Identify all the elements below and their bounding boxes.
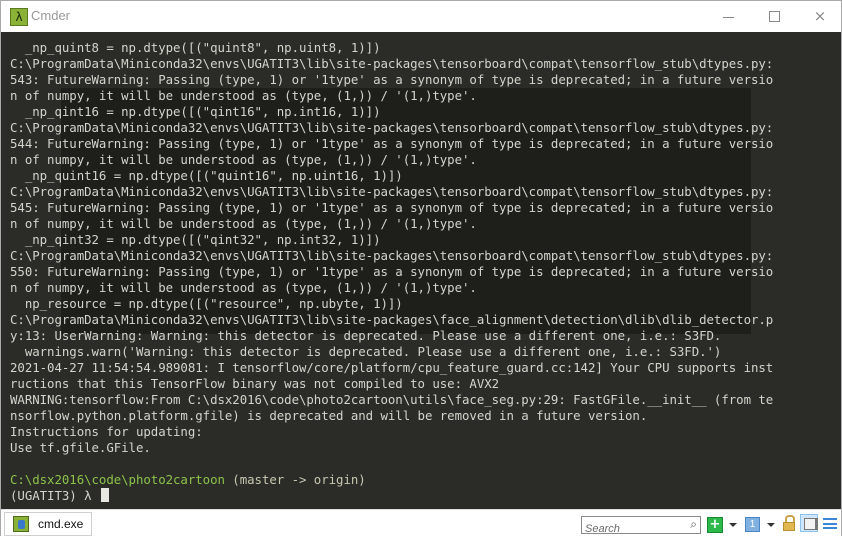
terminal-line: y:13: UserWarning: Warning: this detecto… bbox=[10, 328, 722, 343]
hamburger-menu-icon[interactable] bbox=[823, 518, 837, 529]
title-bar[interactable]: λ Cmder × bbox=[1, 1, 841, 32]
terminal-line: C:\ProgramData\Miniconda32\envs\UGATIT3\… bbox=[10, 248, 774, 263]
terminal-line: n of numpy, it will be understood as (ty… bbox=[10, 88, 477, 103]
terminal-line: Use tf.gfile.GFile. bbox=[10, 440, 151, 455]
terminal-line: n of numpy, it will be understood as (ty… bbox=[10, 216, 477, 231]
terminal-line: C:\ProgramData\Miniconda32\envs\UGATIT3\… bbox=[10, 120, 774, 135]
lock-body bbox=[783, 522, 795, 531]
terminal-line: _np_quint8 = np.dtype([("quint8", np.uin… bbox=[10, 40, 381, 55]
terminal-line: _np_qint16 = np.dtype([("qint16", np.int… bbox=[10, 104, 381, 119]
terminal-line: 543: FutureWarning: Passing (type, 1) or… bbox=[10, 72, 774, 87]
terminal-line: C:\ProgramData\Miniconda32\envs\UGATIT3\… bbox=[10, 184, 774, 199]
terminal-line: 2021-04-27 11:54:54.989081: I tensorflow… bbox=[10, 360, 774, 375]
terminal-line: warnings.warn('Warning: this detector is… bbox=[10, 344, 722, 359]
tab-label: cmd.exe bbox=[38, 517, 84, 531]
search-box[interactable]: ⌕ bbox=[581, 516, 701, 536]
cmder-window: λ Cmder × _np_quint8 = np.dtype([("quint… bbox=[0, 0, 842, 536]
terminal-line: 550: FutureWarning: Passing (type, 1) or… bbox=[10, 264, 774, 279]
terminal-output: _np_quint8 = np.dtype([("quint8", np.uin… bbox=[10, 40, 841, 504]
split-view-icon[interactable] bbox=[800, 514, 818, 532]
terminal-line: C:\ProgramData\Miniconda32\envs\UGATIT3\… bbox=[10, 56, 774, 71]
console-list-button[interactable]: 1 bbox=[745, 517, 760, 532]
terminal-line: n of numpy, it will be understood as (ty… bbox=[10, 152, 477, 167]
prompt-path: C:\dsx2016\code\photo2cartoon bbox=[10, 472, 225, 487]
terminal-line: C:\ProgramData\Miniconda32\envs\UGATIT3\… bbox=[10, 312, 774, 327]
minimize-icon bbox=[722, 16, 734, 18]
terminal-line: 545: FutureWarning: Passing (type, 1) or… bbox=[10, 200, 774, 215]
git-branch-indicator: (master -> origin) bbox=[224, 472, 366, 487]
text-cursor bbox=[100, 488, 109, 502]
search-input[interactable] bbox=[582, 522, 681, 536]
new-console-button[interactable]: + bbox=[707, 517, 723, 533]
terminal-line: _np_qint32 = np.dtype([("qint32", np.int… bbox=[10, 232, 381, 247]
command-prompt-line[interactable]: (UGATIT3) λ bbox=[10, 488, 841, 504]
terminal-line: WARNING:tensorflow:From C:\dsx2016\code\… bbox=[10, 392, 774, 407]
prompt-env-prefix: (UGATIT3) λ bbox=[10, 488, 99, 503]
maximize-icon bbox=[768, 10, 780, 22]
cmd-tab-icon bbox=[13, 516, 29, 532]
terminal-line: _np_quint16 = np.dtype([("quint16", np.u… bbox=[10, 168, 403, 183]
terminal-line: ructions that this TensorFlow binary was… bbox=[10, 376, 500, 391]
close-icon: × bbox=[813, 6, 827, 25]
terminal-line: nsorflow.python.platform.gfile) is depre… bbox=[10, 408, 648, 423]
lock-icon[interactable] bbox=[783, 515, 795, 531]
terminal-line: n of numpy, it will be understood as (ty… bbox=[10, 280, 477, 295]
tab-cmd-exe[interactable]: cmd.exe bbox=[4, 512, 92, 536]
close-button[interactable]: × bbox=[797, 1, 842, 31]
terminal-line: np_resource = np.dtype([("resource", np.… bbox=[10, 296, 403, 311]
window-title: Cmder bbox=[31, 8, 71, 23]
new-console-dropdown-icon[interactable] bbox=[729, 523, 737, 527]
status-bar: cmd.exe ⌕ + 1 bbox=[1, 509, 841, 536]
terminal-line: 544: FutureWarning: Passing (type, 1) or… bbox=[10, 136, 774, 151]
terminal-line: Instructions for updating: bbox=[10, 424, 203, 439]
terminal-console[interactable]: _np_quint8 = np.dtype([("quint8", np.uin… bbox=[1, 32, 841, 509]
console-list-dropdown-icon[interactable] bbox=[767, 523, 775, 527]
search-icon[interactable]: ⌕ bbox=[690, 517, 697, 532]
lambda-app-icon: λ bbox=[10, 8, 28, 26]
prompt-path-line: C:\dsx2016\code\photo2cartoon (master ->… bbox=[10, 472, 841, 488]
minimize-button[interactable] bbox=[705, 1, 751, 31]
maximize-button[interactable] bbox=[751, 1, 797, 31]
